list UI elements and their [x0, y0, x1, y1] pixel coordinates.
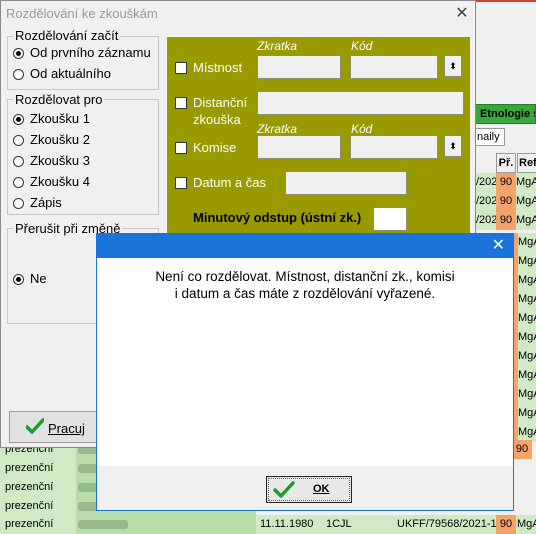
komise-zkratka-field[interactable]	[257, 135, 341, 159]
tab-etnologie[interactable]: Etnologie str	[473, 104, 536, 124]
table-cell: 90	[496, 192, 516, 211]
message-box: ✕ Není co rozdělovat. Místnost, distančn…	[96, 233, 514, 511]
dialog-title: Rozdělování ke zkouškám	[6, 6, 158, 21]
table-row[interactable]: prezenční 11.11.1980 1CJL UKFF/79568/202…	[0, 515, 536, 534]
radio-icon	[13, 156, 24, 167]
komise-label: Komise	[193, 140, 237, 155]
column-header-pr[interactable]: Př.	[496, 153, 516, 173]
radio-icon	[13, 274, 24, 285]
radio-icon	[13, 177, 24, 188]
radio-start-first[interactable]: Od prvního záznamu	[13, 45, 151, 61]
message-titlebar: ✕	[97, 234, 513, 258]
mistnost-picker-button[interactable]: ⬍	[444, 55, 462, 77]
ok-button[interactable]: OK	[266, 476, 352, 503]
close-icon[interactable]: ✕	[452, 4, 472, 24]
for-group-label: Rozdělovat pro	[13, 92, 105, 107]
zkouska-label: zkouška	[193, 112, 241, 127]
zkratka-label-2: Zkratka	[257, 122, 298, 136]
odstup-field[interactable]	[373, 207, 407, 231]
close-icon[interactable]: ✕	[492, 236, 505, 256]
pracuj-button[interactable]: Pracuj	[9, 411, 101, 443]
table-cell: MgA	[516, 173, 536, 192]
exclusion-panel: Zkratka Kód Místnost ⬍ Distanční zkouška…	[167, 37, 470, 237]
radio-icon	[13, 114, 24, 125]
distancni-label: Distanční	[193, 95, 248, 110]
table-cell: /2021-1	[476, 192, 496, 211]
datum-label: Datum a čas	[193, 175, 266, 190]
radio-icon	[13, 198, 24, 209]
table-cell: MgA	[516, 192, 536, 211]
table-cell: /2021-1	[476, 211, 496, 230]
mistnost-label: Místnost	[193, 60, 243, 75]
checkmark-icon	[273, 481, 295, 498]
radio-icon	[13, 69, 24, 80]
message-text: Není co rozdělovat. Místnost, distanční …	[155, 269, 455, 301]
odstup-label: Minutový odstup (ústní zk.)	[193, 210, 362, 225]
table-cell: 90	[496, 173, 516, 192]
table-right-strip: MgA MgA MgA MgA MgA MgA MgA MgA MgA MgA …	[514, 233, 536, 453]
komise-checkbox[interactable]	[175, 142, 187, 154]
komise-kod-field[interactable]	[350, 135, 438, 159]
komise-picker-button[interactable]: ⬍	[444, 135, 462, 157]
radio-exam-1[interactable]: Zkoušku 1	[13, 111, 90, 127]
checkmark-icon	[26, 418, 44, 434]
table-cell: MgA	[516, 211, 536, 230]
mistnost-zkratka-field[interactable]	[257, 55, 341, 79]
radio-exam-2[interactable]: Zkoušku 2	[13, 132, 90, 148]
radio-exam-4[interactable]: Zkoušku 4	[13, 174, 90, 190]
distancni-checkbox[interactable]	[175, 97, 187, 109]
mistnost-checkbox[interactable]	[175, 62, 187, 74]
table-cell: 90	[496, 211, 516, 230]
kod-label: Kód	[351, 39, 373, 53]
datum-field[interactable]	[285, 171, 407, 195]
radio-interrupt-ne[interactable]: Ne	[13, 271, 47, 287]
radio-zapis[interactable]: Zápis	[13, 195, 62, 211]
distancni-field[interactable]	[257, 91, 464, 115]
kod-label-2: Kód	[351, 122, 373, 136]
radio-exam-3[interactable]: Zkoušku 3	[13, 153, 90, 169]
tab-emaily[interactable]: naily	[473, 128, 505, 146]
table-cell: /2021-1	[476, 173, 496, 192]
message-footer: OK	[97, 466, 513, 510]
mistnost-kod-field[interactable]	[350, 55, 438, 79]
column-header-ref[interactable]: Ref	[517, 153, 536, 173]
radio-icon	[13, 48, 24, 59]
datum-checkbox[interactable]	[175, 177, 187, 189]
radio-icon	[13, 135, 24, 146]
zkratka-label: Zkratka	[257, 39, 298, 53]
start-group-label: Rozdělování začít	[13, 28, 121, 43]
radio-start-current[interactable]: Od aktuálního	[13, 66, 111, 82]
